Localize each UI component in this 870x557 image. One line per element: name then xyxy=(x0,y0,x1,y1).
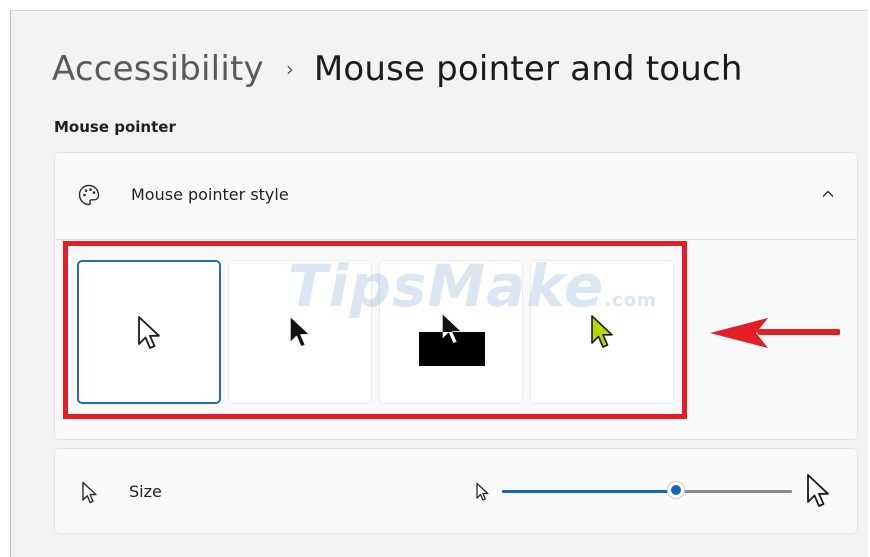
large-pointer-icon xyxy=(807,474,829,507)
pointer-icon xyxy=(82,481,97,504)
small-pointer-icon xyxy=(476,482,489,501)
palette-icon xyxy=(77,183,101,207)
watermark-text: TipsMake xyxy=(288,252,605,320)
watermark: TipsMake.com xyxy=(288,252,657,320)
section-heading-mouse-pointer: Mouse pointer xyxy=(54,118,176,136)
watermark-suffix: .com xyxy=(604,290,657,311)
breadcrumb: Accessibility › Mouse pointer and touch xyxy=(52,44,743,94)
mouse-pointer-style-title: Mouse pointer style xyxy=(131,185,289,204)
page-title: Mouse pointer and touch xyxy=(313,49,743,89)
pointer-style-white-option[interactable] xyxy=(77,260,221,404)
slider-thumb[interactable] xyxy=(667,481,685,499)
breadcrumb-accessibility-link[interactable]: Accessibility xyxy=(52,49,264,89)
white-pointer-icon xyxy=(138,316,160,349)
size-card: Size xyxy=(54,448,858,534)
slider-fill xyxy=(502,490,676,493)
breadcrumb-separator: › xyxy=(285,57,294,81)
annotation-arrow-icon xyxy=(710,318,840,348)
size-label: Size xyxy=(129,482,162,501)
collapse-chevron-up-icon[interactable] xyxy=(817,183,839,205)
mouse-pointer-style-header[interactable]: Mouse pointer style xyxy=(55,153,857,240)
pointer-size-slider[interactable] xyxy=(502,481,792,503)
